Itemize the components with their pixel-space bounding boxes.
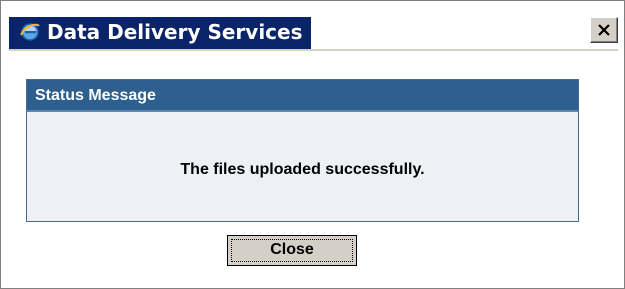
title-band[interactable]: Data Delivery Services [9, 17, 311, 49]
content-divider [9, 49, 618, 51]
window-title: Data Delivery Services [47, 20, 303, 44]
status-header-label: Status Message [35, 87, 156, 104]
internet-explorer-icon [19, 21, 41, 43]
dialog-window: Data Delivery Services Status Message Th… [0, 0, 625, 289]
status-header: Status Message [27, 80, 578, 112]
status-panel: Status Message The files uploaded succes… [26, 79, 579, 222]
window-close-button[interactable] [590, 17, 618, 43]
close-button[interactable]: Close [227, 235, 357, 266]
dialog-content: Status Message The files uploaded succes… [1, 49, 624, 288]
close-button-label: Close [270, 241, 314, 258]
title-bar: Data Delivery Services [1, 1, 624, 49]
status-message: The files uploaded successfully. [180, 161, 425, 178]
